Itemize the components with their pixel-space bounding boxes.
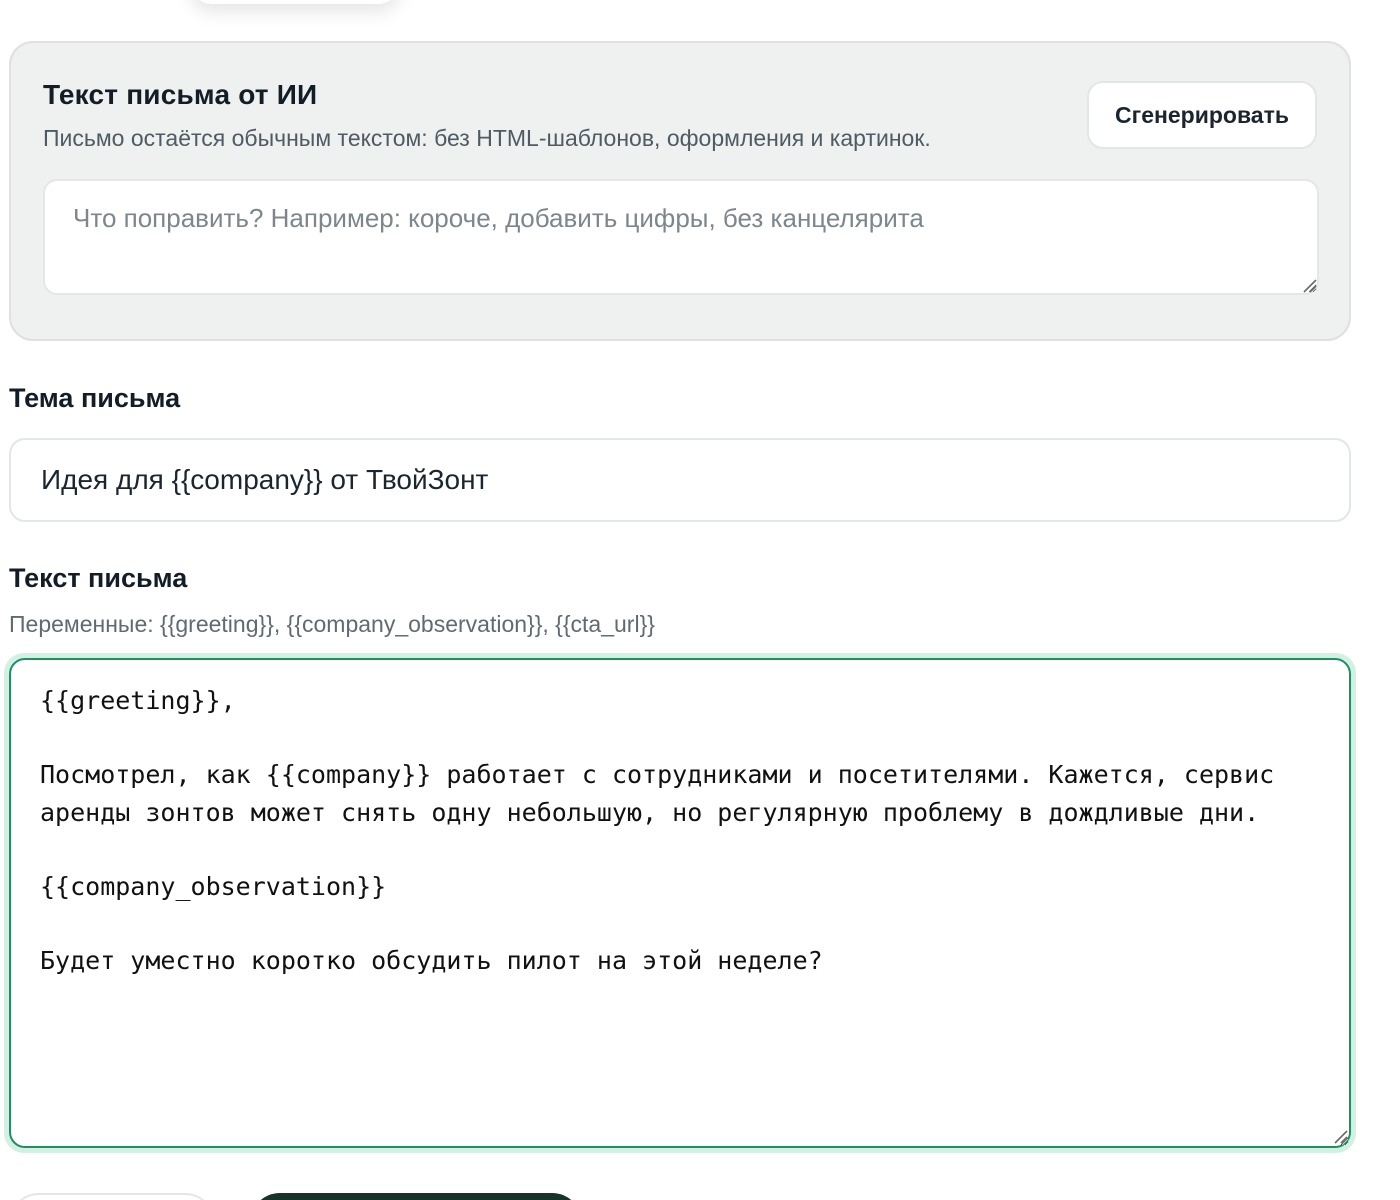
email-body-textarea[interactable] — [9, 658, 1351, 1148]
secondary-action-button[interactable] — [9, 1193, 215, 1200]
variables-hint: Переменные: {{greeting}}, {{company_obse… — [9, 611, 655, 637]
email-editor-page: Текст письма от ИИ Письмо остаётся обычн… — [0, 0, 1400, 1200]
primary-action-button[interactable] — [250, 1193, 582, 1200]
body-label: Текст письма — [9, 563, 188, 593]
generate-button[interactable]: Сгенерировать — [1087, 81, 1317, 149]
ai-prompt-input[interactable] — [43, 179, 1319, 295]
ai-email-text-card: Текст письма от ИИ Письмо остаётся обычн… — [9, 41, 1351, 341]
subject-input[interactable] — [9, 438, 1351, 522]
subject-label: Тема письма — [9, 383, 181, 413]
ai-card-title: Текст письма от ИИ — [43, 79, 318, 110]
top-element-shadow — [190, 0, 400, 4]
ai-card-subtitle: Письмо остаётся обычным текстом: без HTM… — [43, 125, 931, 151]
